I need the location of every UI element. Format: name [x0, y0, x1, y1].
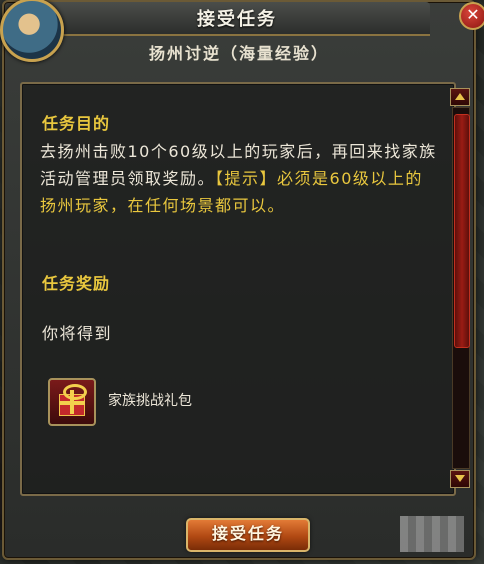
- quest-content-panel: 任务目的 去扬州击败10个60级以上的玩家后，再回来找家族活动管理员领取奖励。【…: [20, 82, 456, 496]
- pixelated-area: [400, 516, 464, 552]
- scroll-down-button[interactable]: [450, 470, 470, 488]
- gift-box-icon[interactable]: [48, 378, 96, 426]
- reward-heading: 任务奖励: [42, 274, 111, 293]
- close-button[interactable]: ✕: [459, 2, 484, 30]
- receive-label: 你将得到: [42, 324, 113, 343]
- objective-description: 去扬州击败10个60级以上的玩家后，再回来找家族活动管理员领取奖励。【提示】必须…: [40, 138, 440, 219]
- quest-accept-dialog: 接受任务 ✕ 扬州讨逆（海量经验） 任务目的 去扬州击败10个60级以上的玩家后…: [0, 0, 484, 560]
- objective-heading: 任务目的: [42, 114, 111, 133]
- scrollbar-thumb[interactable]: [454, 114, 470, 348]
- scroll-up-button[interactable]: [450, 88, 470, 106]
- arrow-up-icon: [455, 93, 465, 100]
- title-bar[interactable]: 接受任务: [44, 2, 430, 36]
- gift-ribbon: [59, 401, 85, 405]
- reward-item-name: 家族挑战礼包: [108, 393, 192, 409]
- quest-name: 扬州讨逆（海量经验）: [148, 44, 329, 63]
- gift-bow: [63, 384, 87, 400]
- dialog-title: 接受任务: [197, 9, 277, 30]
- scrollbar-track[interactable]: [452, 107, 470, 469]
- arrow-down-icon: [455, 475, 465, 482]
- accept-quest-button[interactable]: 接受任务: [186, 518, 310, 552]
